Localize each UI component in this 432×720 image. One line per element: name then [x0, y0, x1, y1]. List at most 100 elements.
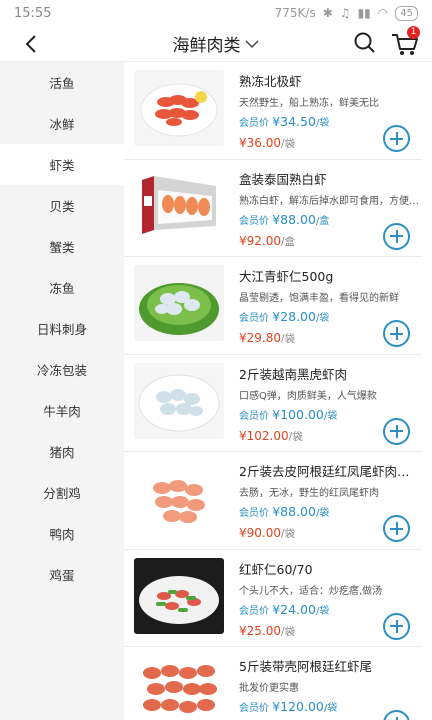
add-to-cart-button[interactable] — [383, 222, 410, 250]
member-price-unit: /袋 — [315, 605, 330, 617]
product-item[interactable]: 大江青虾仁500g 晶莹剔透，饱满丰盈，看得见的新鲜 会员价 ¥28.00/袋 … — [124, 257, 422, 355]
retail-price: ¥25.00/袋 — [239, 624, 295, 639]
retail-price-unit: /袋 — [281, 138, 296, 150]
sidebar-item-frozen-fish[interactable]: 冻鱼 — [0, 267, 124, 308]
battery-icon: 45 — [395, 5, 418, 21]
product-description: 晶莹剔透，饱满丰盈，看得见的新鲜 — [239, 293, 399, 304]
member-price-label: 会员价 — [239, 313, 269, 324]
add-to-cart-button[interactable] — [383, 612, 410, 640]
member-price-value: ¥88.00 — [272, 504, 316, 519]
product-name: 熟冻北极虾 — [239, 74, 302, 89]
retail-price: ¥102.00/袋 — [239, 429, 303, 444]
product-description: 批发价更实惠 — [239, 683, 299, 694]
sidebar-item-live-fish[interactable]: 活鱼 — [0, 62, 124, 103]
add-to-cart-button[interactable] — [383, 515, 410, 542]
retail-price-unit: /袋 — [288, 430, 303, 443]
page-title: 海鲜肉类 — [172, 36, 241, 56]
top-nav-bar: 海鲜肉类 1 — [0, 26, 432, 62]
member-price-label: 会员价 — [239, 410, 269, 422]
sidebar-item-crab[interactable]: 蟹类 — [0, 226, 124, 267]
add-to-cart-button[interactable] — [383, 417, 410, 445]
signal-icon: ▮▮ — [357, 6, 371, 20]
chevron-down-icon — [244, 39, 259, 48]
member-price-value: ¥34.50 — [272, 114, 316, 129]
member-price-value: ¥24.00 — [272, 601, 316, 617]
sidebar-item-pork[interactable]: 猪肉 — [0, 431, 124, 472]
member-price: 会员价 ¥88.00/盒 — [239, 212, 329, 227]
cart-button[interactable]: 1 — [390, 26, 420, 58]
member-price-unit: /盒 — [315, 215, 330, 227]
member-price: 会员价 ¥120.00/袋 — [239, 699, 337, 714]
product-item[interactable]: 5斤装带壳阿根廷红虾尾 批发价更实惠 会员价 ¥120.00/袋 — [124, 647, 422, 720]
product-name: 2斤装去皮阿根廷红凤尾虾肉（大） — [239, 464, 419, 479]
add-to-cart-button[interactable] — [383, 125, 410, 152]
product-description: 口感Q弹，肉质鲜美，人气爆款 — [239, 390, 377, 402]
sidebar-item-frozen-packaged[interactable]: 冷冻包装 — [0, 349, 124, 390]
sidebar-item-eggs[interactable]: 鸡蛋 — [0, 554, 124, 595]
member-price-unit: /袋 — [323, 410, 338, 422]
sidebar-item-sashimi[interactable]: 日料刺身 — [0, 308, 124, 349]
network-speed: 775K/s — [274, 6, 316, 20]
wifi-icon: ◠ — [377, 6, 389, 20]
add-to-cart-button[interactable] — [383, 710, 410, 720]
product-item[interactable]: 2斤装越南黑虎虾肉 口感Q弹，肉质鲜美，人气爆款 会员价 ¥100.00/袋 ¥… — [124, 355, 422, 452]
member-price: 会员价 ¥24.00/袋 — [239, 602, 329, 617]
status-icons: 775K/s ✱ ♫ ▮▮ ◠ 45 — [274, 5, 418, 21]
sidebar-item-chicken-cuts[interactable]: 分割鸡 — [0, 472, 124, 513]
product-description: 个头儿不大，适合：炒疙瘩,做汤 — [239, 585, 383, 597]
retail-price: ¥92.00/盒 — [239, 234, 295, 249]
sidebar-item-chilled[interactable]: 冰鲜 — [0, 103, 124, 144]
member-price: 会员价 ¥34.50/袋 — [239, 114, 329, 129]
retail-price-unit: /袋 — [281, 528, 296, 540]
product-item[interactable]: 熟冻北极虾 天然野生，船上熟冻，鲜美无比 会员价 ¥34.50/袋 ¥36.00… — [124, 62, 422, 160]
status-time: 15:55 — [14, 5, 52, 21]
product-image[interactable] — [134, 70, 224, 146]
status-bar: 15:55 775K/s ✱ ♫ ▮▮ ◠ 45 — [0, 0, 432, 26]
product-image[interactable] — [134, 167, 224, 244]
product-name: 2斤装越南黑虎虾肉 — [239, 366, 347, 382]
sidebar-item-shellfish[interactable]: 贝类 — [0, 185, 124, 226]
product-description: 天然野生，船上熟冻，鲜美无比 — [239, 98, 379, 109]
retail-price-value: ¥29.80 — [239, 331, 281, 345]
member-price-unit: /袋 — [315, 118, 330, 129]
member-price-label: 会员价 — [239, 605, 269, 617]
product-item[interactable]: 盒装泰国熟白虾 熟冻白虾，解冻后掉水即可食用，方便快捷 会员价 ¥88.00/盒… — [124, 160, 422, 257]
add-to-cart-button[interactable] — [383, 320, 410, 347]
retail-price-value: ¥92.00 — [239, 233, 281, 248]
product-image[interactable] — [134, 460, 224, 536]
product-item[interactable]: 2斤装去皮阿根廷红凤尾虾肉（大） 去肠，无冰，野生的红凤尾虾肉 会员价 ¥88.… — [124, 452, 422, 550]
member-price-label: 会员价 — [239, 703, 269, 714]
search-button[interactable] — [352, 30, 378, 56]
product-description: 熟冻白虾，解冻后掉水即可食用，方便快捷 — [239, 195, 419, 207]
member-price-value: ¥100.00 — [272, 406, 324, 422]
member-price-value: ¥88.00 — [272, 211, 316, 227]
product-image[interactable] — [134, 362, 224, 439]
back-button[interactable] — [18, 31, 44, 57]
mute-icon: ♫ — [339, 6, 351, 20]
category-title-dropdown[interactable]: 海鲜肉类 — [173, 31, 260, 56]
product-name: 5斤装带壳阿根廷红虾尾 — [239, 659, 372, 674]
retail-price: ¥90.00/袋 — [239, 526, 295, 541]
sidebar-item-duck[interactable]: 鸭肉 — [0, 513, 124, 554]
retail-price: ¥36.00/袋 — [239, 136, 295, 151]
retail-price-value: ¥25.00 — [239, 623, 281, 638]
retail-price-unit: /盒 — [281, 235, 296, 248]
member-price-value: ¥28.00 — [272, 309, 316, 324]
member-price-unit: /袋 — [323, 703, 338, 714]
retail-price-value: ¥102.00 — [239, 428, 289, 443]
member-price: 会员价 ¥88.00/袋 — [239, 504, 329, 519]
product-image[interactable] — [134, 655, 224, 720]
member-price: 会员价 ¥28.00/袋 — [239, 309, 329, 324]
retail-price: ¥29.80/袋 — [239, 331, 295, 346]
category-sidebar: 活鱼 冰鲜 虾类 贝类 蟹类 冻鱼 日料刺身 冷冻包装 牛羊肉 猪肉 分割鸡 鸭… — [0, 62, 124, 720]
member-price-label: 会员价 — [239, 508, 269, 519]
search-icon — [354, 32, 375, 53]
member-price-label: 会员价 — [239, 118, 269, 129]
sidebar-item-shrimp[interactable]: 虾类 — [0, 144, 124, 185]
sidebar-item-beef-lamb[interactable]: 牛羊肉 — [0, 390, 124, 431]
product-image[interactable] — [134, 557, 224, 634]
retail-price-unit: /袋 — [281, 625, 296, 638]
retail-price-value: ¥36.00 — [239, 136, 281, 150]
product-item[interactable]: 红虾仁60/70 个头儿不大，适合：炒疙瘩,做汤 会员价 ¥24.00/袋 ¥2… — [124, 550, 422, 647]
product-image[interactable] — [134, 265, 224, 341]
